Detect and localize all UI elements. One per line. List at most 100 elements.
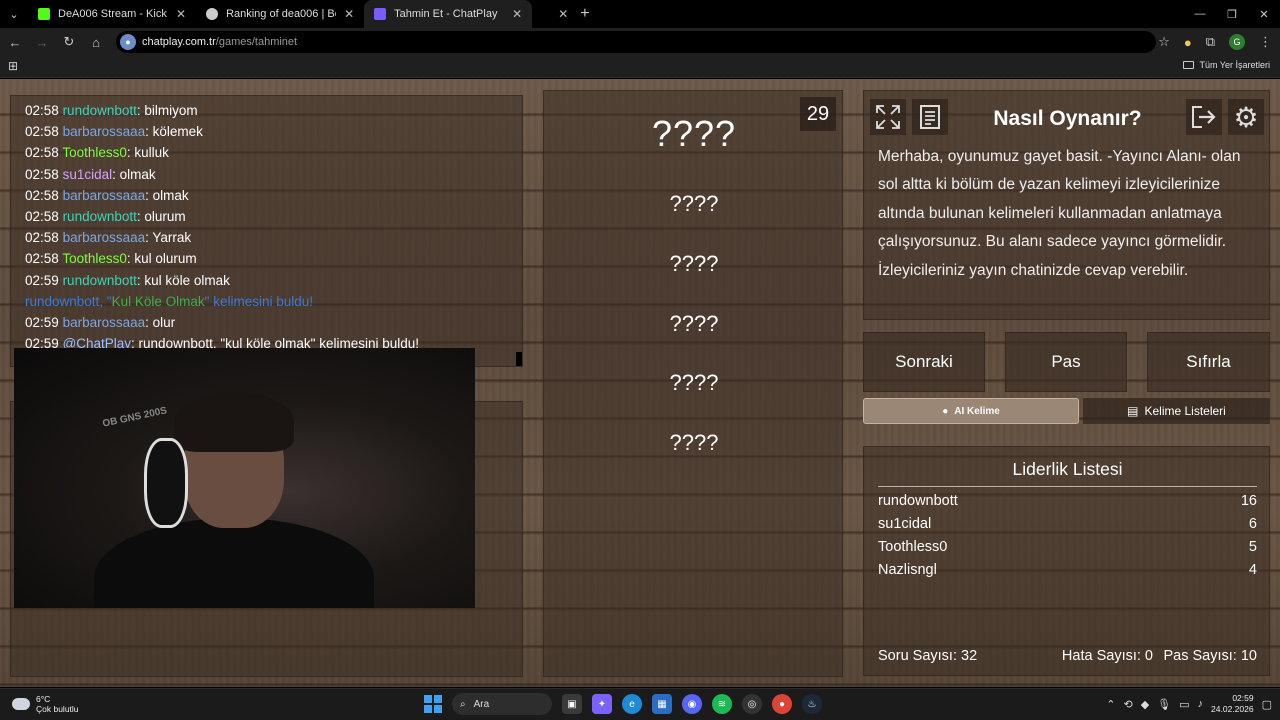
tray-app-icon[interactable]: ◆ [1141,698,1149,711]
chat-time: 02:58 [25,124,59,140]
list-icon: ▤ [1127,404,1139,418]
reset-button[interactable]: Sıfırla [1147,332,1270,392]
tab-ai-word[interactable]: ● AI Kelime [863,398,1079,424]
chat-message: 02:58 Toothless0: kul olurum [25,248,508,269]
pass-button[interactable]: Pas [1005,332,1127,392]
tab-word-lists[interactable]: ▤ Kelime Listeleri [1083,398,1270,424]
chat-username[interactable]: Toothless0 [62,145,127,160]
close-tab-icon[interactable]: ✕ [176,7,186,21]
spotify-icon[interactable]: ≋ [712,694,732,714]
edge-browser-icon[interactable]: e [622,694,642,714]
forward-icon[interactable]: → [30,35,54,50]
browser-tab-botrix[interactable]: Ranking of dea006 | BotRix — ( ✕ [196,0,364,28]
restore-icon[interactable]: ❐ [1216,8,1248,21]
chat-username[interactable]: barbarossaaa [63,188,146,203]
chat-username[interactable]: rundownbott [63,209,137,224]
notification-icon[interactable]: ▢ [1262,698,1272,711]
forbidden-word: ???? [669,251,719,276]
extensions-puzzle-icon[interactable]: ⧉ [1206,34,1215,50]
browser-menu-icon[interactable]: ⋮ [1259,34,1272,50]
chat-message: 02:59 barbarossaaa: olur [25,312,508,333]
how-to-play-title: Nasıl Oynanır? [993,107,1142,130]
bookmark-star-icon[interactable]: ☆ [1158,34,1170,50]
url-input[interactable]: ● chatplay.com.tr /games/tahminet [116,31,1156,53]
chat-username[interactable]: rundownbott [63,103,137,118]
chrome-icon[interactable]: ● [772,694,792,714]
close-tab-icon[interactable]: ✕ [558,7,568,21]
player-score: 4 [1248,562,1257,578]
player-name: rundownbott [878,493,958,509]
fullscreen-icon[interactable] [870,99,906,135]
leaderboard-row: su1cidal 6 [878,516,1257,532]
weather-widget[interactable]: 6°C Çok bulutlu [12,694,79,714]
taskbar-apps: ⌕ Ara ▣ ✦ e ▦ ◉ ≋ ◎ ● ♨ [424,693,822,715]
reload-icon[interactable]: ↻ [57,34,81,50]
obs-icon[interactable]: ◎ [742,694,762,714]
temperature: 6°C [36,694,51,704]
browser-tab-chatplay[interactable]: Tahmin Et - ChatPlay ✕ [364,0,533,28]
chat-username[interactable]: barbarossaaa [63,230,146,245]
copilot-icon[interactable]: ✦ [592,694,612,714]
player-name: Nazlisngl [878,562,937,578]
leaderboard-row: Toothless0 5 [878,539,1257,555]
clock[interactable]: 02:59 24.02.2026 [1211,693,1254,715]
chat-panel: 02:58 rundownbott: bilmiyom 02:58 barbaro… [10,95,523,367]
back-icon[interactable]: ← [3,35,27,50]
chat-scrollbar[interactable] [516,352,522,366]
logout-icon[interactable] [1186,99,1222,135]
settings-gear-icon[interactable]: ⚙ [1228,99,1264,135]
tab-search-icon[interactable]: ⌄ [0,0,28,28]
chat-time: 02:58 [25,251,59,267]
chat-text: : kul köle olmak [136,272,230,288]
tray-sync-icon[interactable]: ⟲ [1123,698,1132,711]
taskbar-search[interactable]: ⌕ Ara [452,693,552,715]
found-keyword: Kul Köle Olmak [111,293,205,309]
chat-username[interactable]: rundownbott [63,273,137,288]
new-tab-icon[interactable]: + [580,5,589,23]
chat-message: 02:58 rundownbott: olurum [25,206,508,227]
site-info-icon[interactable]: ● [120,34,136,50]
microphone-icon[interactable]: 🎙︎ [1157,698,1171,711]
discord-icon[interactable]: ◉ [682,694,702,714]
close-tab-icon[interactable]: ✕ [344,7,354,21]
chat-message: 02:58 barbarossaaa: kölemek [25,121,508,142]
botrix-favicon-icon [206,8,219,20]
chat-username[interactable]: barbarossaaa [63,315,146,330]
window-controls: — ❐ ✕ [1184,0,1280,28]
close-tab-icon[interactable]: ✕ [512,7,522,21]
chat-username[interactable]: su1cidal [63,167,113,182]
leaderboard-panel: Liderlik Listesi rundownbott 16 su1cidal… [863,446,1270,676]
home-icon[interactable]: ⌂ [84,35,108,50]
profile-avatar[interactable]: G [1229,34,1245,50]
url-host: chatplay.com.tr [142,36,216,48]
store-icon[interactable]: ▦ [652,694,672,714]
chat-username[interactable]: barbarossaaa [63,124,146,139]
chat-message: 02:59 rundownbott: kul köle olmak [25,270,508,291]
tray-chevron-icon[interactable]: ⌃ [1106,698,1115,711]
chat-username[interactable]: Toothless0 [62,251,127,266]
game-stats: Soru Sayısı: 32 Pas Sayısı: 10 Hata Sayı… [878,648,1257,664]
apps-grid-icon[interactable]: ⊞ [8,59,18,73]
task-view-icon[interactable]: ▣ [562,694,582,714]
player-score: 6 [1248,516,1257,532]
system-rest: " kelimesini buldu! [204,293,313,309]
network-icon[interactable]: ▭ [1179,698,1189,711]
minimize-icon[interactable]: — [1184,8,1216,20]
close-window-icon[interactable]: ✕ [1248,8,1280,21]
next-button[interactable]: Sonraki [863,332,985,392]
windows-start-icon[interactable] [424,695,442,713]
volume-icon[interactable]: ♪ [1198,698,1204,710]
steam-icon[interactable]: ♨ [802,694,822,714]
forbidden-word: ???? [669,191,719,216]
target-word: ???? [651,113,737,154]
browser-tab-kick[interactable]: DeA006 Stream - Kick Dashboa ✕ [28,0,196,28]
chat-time: 02:58 [25,166,59,182]
leaderboard-row: rundownbott 16 [878,493,1257,509]
clock-date: 24.02.2026 [1211,704,1254,714]
forbidden-word: ???? [669,311,719,336]
all-bookmarks-button[interactable]: Tüm Yer İşaretleri [1183,60,1270,70]
streamer-body [94,518,374,608]
chat-text: : kul olurum [126,251,197,267]
extension-badge-icon[interactable]: ● [1184,35,1192,50]
browser-tab-recording[interactable]: ✕ [532,0,572,28]
